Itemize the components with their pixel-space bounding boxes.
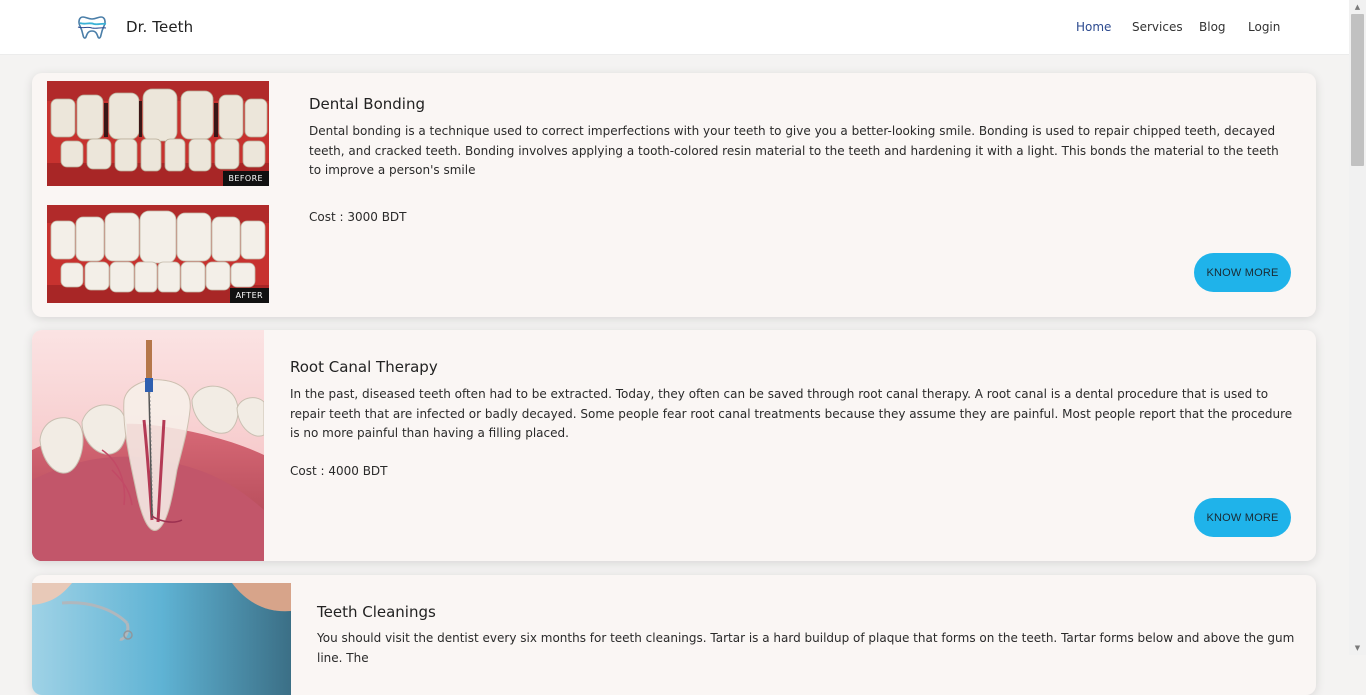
- root-canal-image: [32, 330, 264, 561]
- service-description: You should visit the dentist every six m…: [317, 631, 1295, 665]
- know-more-button[interactable]: KNOW MORE: [1194, 498, 1291, 537]
- service-description: Dental bonding is a technique used to co…: [309, 124, 1279, 177]
- service-cost: Cost : 4000 BDT: [290, 464, 388, 478]
- nav-link-home[interactable]: Home: [1076, 20, 1111, 34]
- service-card-root-canal: Root Canal Therapy In the past, diseased…: [32, 330, 1316, 561]
- nav-link-services[interactable]: Services: [1132, 20, 1183, 34]
- after-teeth-image: AFTER: [47, 205, 269, 303]
- navbar: Dr. Teeth Home Services Blog Login: [0, 0, 1349, 55]
- before-teeth-image: BEFORE: [47, 81, 269, 186]
- tooth-logo-icon: [77, 16, 107, 39]
- service-title: Dental Bonding: [309, 95, 425, 113]
- vertical-scrollbar[interactable]: ▲ ▼: [1349, 0, 1366, 655]
- scroll-up-arrow-icon[interactable]: ▲: [1349, 0, 1366, 14]
- scroll-down-arrow-icon[interactable]: ▼: [1349, 641, 1366, 655]
- service-card-teeth-cleanings: Teeth Cleanings You should visit the den…: [32, 575, 1316, 695]
- after-label: AFTER: [229, 288, 269, 303]
- scrollbar-thumb[interactable]: [1351, 14, 1364, 166]
- brand-name: Dr. Teeth: [126, 18, 194, 36]
- nav-link-login[interactable]: Login: [1248, 20, 1280, 34]
- service-description: In the past, diseased teeth often had to…: [290, 387, 1293, 440]
- nav-link-blog[interactable]: Blog: [1199, 20, 1226, 34]
- service-cost: Cost : 3000 BDT: [309, 210, 407, 224]
- know-more-button[interactable]: KNOW MORE: [1194, 253, 1291, 292]
- teeth-cleaning-image: [32, 583, 291, 695]
- service-card-dental-bonding: BEFORE AFTER Dental Bonding Dental bondi…: [32, 73, 1316, 317]
- before-label: BEFORE: [222, 171, 269, 186]
- brand[interactable]: Dr. Teeth: [77, 13, 193, 41]
- service-title: Teeth Cleanings: [317, 603, 436, 621]
- service-title: Root Canal Therapy: [290, 358, 438, 376]
